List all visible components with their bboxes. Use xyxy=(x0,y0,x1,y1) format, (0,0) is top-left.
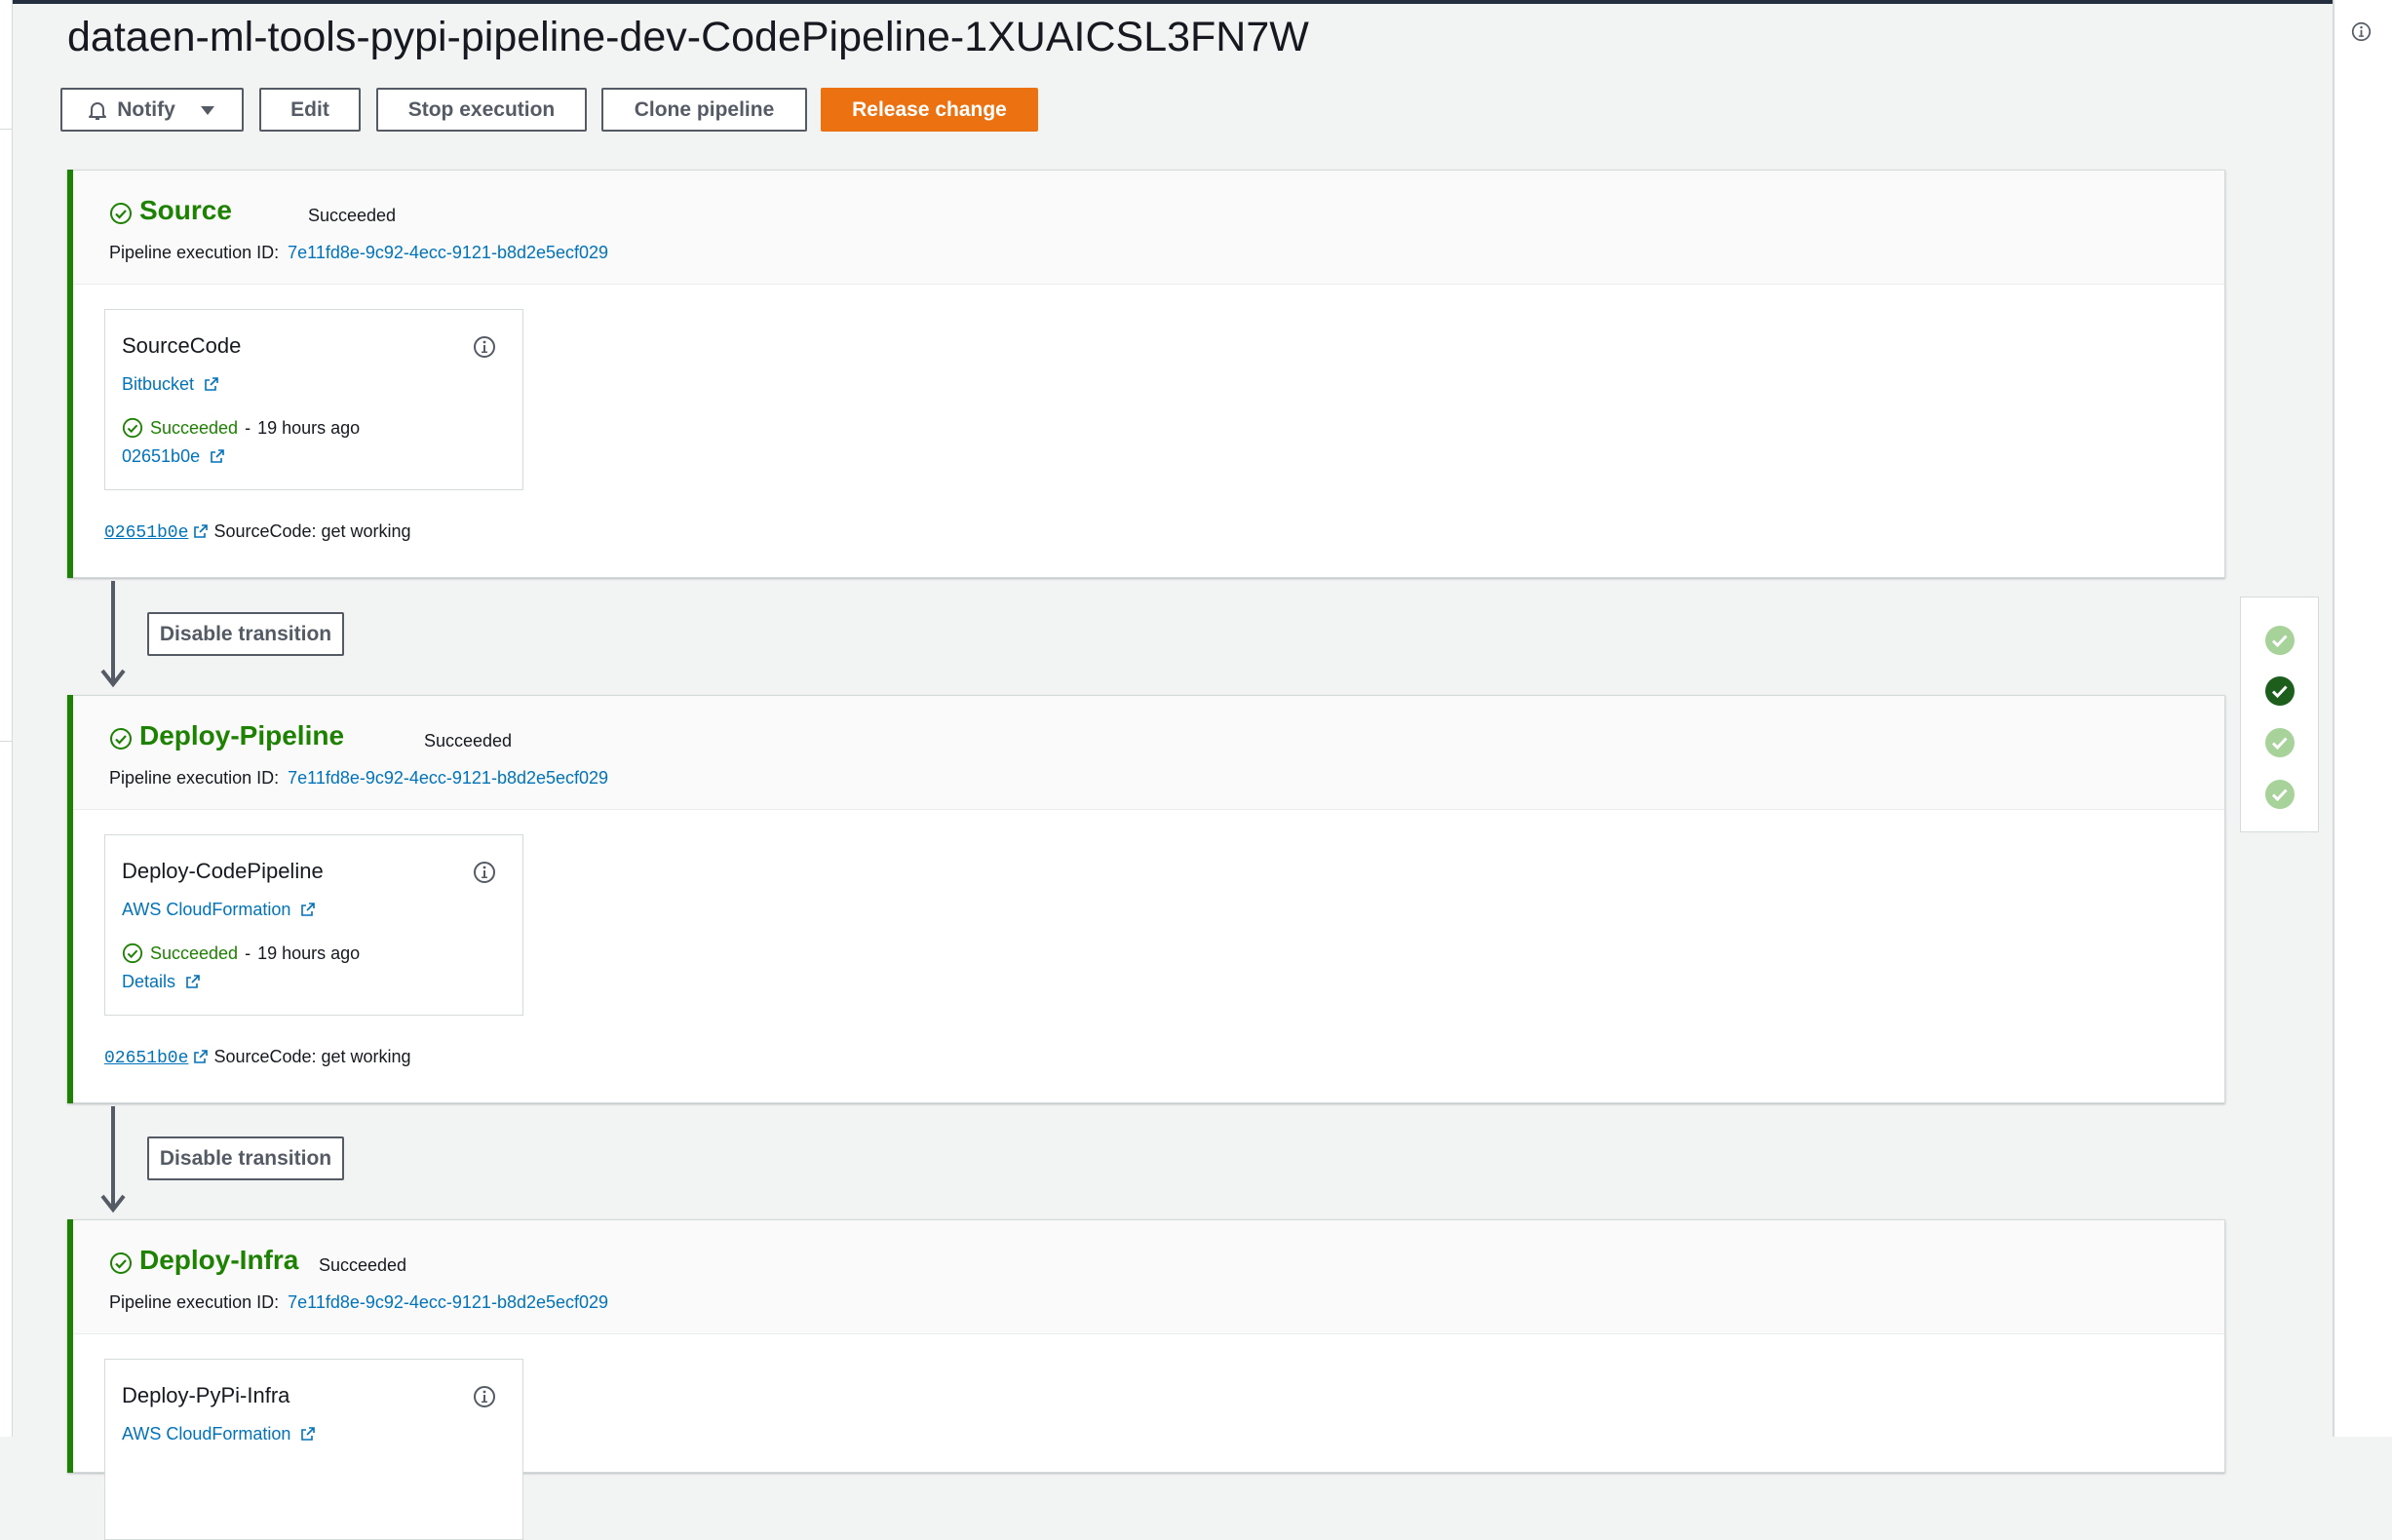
stage-deploy-pipeline: Deploy-Pipeline Succeeded Pipeline execu… xyxy=(67,695,2225,1103)
info-icon[interactable] xyxy=(473,1385,496,1408)
notify-button[interactable]: Notify xyxy=(60,88,244,132)
separator: - xyxy=(245,943,251,963)
stage-name: Source xyxy=(139,195,232,225)
right-tools-panel xyxy=(2333,0,2392,1437)
external-link-icon xyxy=(194,524,209,538)
clone-pipeline-button[interactable]: Clone pipeline xyxy=(601,88,807,132)
left-nav-collapsed xyxy=(0,0,13,1437)
nav-divider xyxy=(0,741,12,742)
edit-button[interactable]: Edit xyxy=(259,88,361,132)
caret-down-icon xyxy=(200,105,214,115)
action-status: Succeeded xyxy=(150,943,239,963)
check-circle-icon xyxy=(122,417,143,439)
stage-header: Source Succeeded Pipeline execution ID: … xyxy=(73,171,2224,285)
action-card-sourcecode: SourceCode Bitbucket Succeeded - 19 hour… xyxy=(104,309,523,490)
commit-row: 02651b0e xyxy=(122,446,225,467)
transition-arrow-icon xyxy=(100,1106,126,1213)
execution-id-label: Pipeline execution ID: xyxy=(109,243,280,262)
action-name: Deploy-PyPi-Infra xyxy=(122,1383,290,1407)
external-link-icon xyxy=(186,975,200,988)
check-circle-icon xyxy=(110,203,132,224)
revision-link[interactable]: 02651b0e xyxy=(104,1049,188,1068)
info-icon[interactable] xyxy=(473,335,496,359)
stage-name: Deploy-Pipeline xyxy=(139,720,345,751)
stage-status: Succeeded xyxy=(424,731,513,751)
revision-row: 02651b0e SourceCode: get working xyxy=(104,521,411,543)
execution-id-link[interactable]: 7e11fd8e-9c92-4ecc-9121-b8d2e5ecf029 xyxy=(288,243,608,262)
separator: - xyxy=(245,417,251,438)
info-icon[interactable] xyxy=(473,861,496,884)
notify-label: Notify xyxy=(117,97,175,121)
execution-id-row: Pipeline execution ID: 7e11fd8e-9c92-4ec… xyxy=(109,243,608,263)
execution-id-row: Pipeline execution ID: 7e11fd8e-9c92-4ec… xyxy=(109,1292,608,1313)
stage-header: Deploy-Pipeline Succeeded Pipeline execu… xyxy=(73,696,2224,810)
action-card-deploy-pypi-infra: Deploy-PyPi-Infra AWS CloudFormation xyxy=(104,1359,523,1540)
nav-divider xyxy=(0,129,12,130)
provider-link[interactable]: Bitbucket xyxy=(122,374,194,394)
page-title: dataen-ml-tools-pypi-pipeline-dev-CodePi… xyxy=(67,14,1309,60)
revision-message: SourceCode: get working xyxy=(213,521,411,541)
action-time: 19 hours ago xyxy=(257,943,361,963)
external-link-icon xyxy=(194,1050,209,1063)
stage-deploy-infra: Deploy-Infra Succeeded Pipeline executio… xyxy=(67,1219,2225,1540)
action-name: Deploy-CodePipeline xyxy=(122,859,324,883)
disable-transition-button[interactable]: Disable transition xyxy=(147,612,344,656)
info-icon[interactable] xyxy=(2351,21,2372,42)
provider-link[interactable]: AWS CloudFormation xyxy=(122,1424,290,1444)
stop-execution-button[interactable]: Stop execution xyxy=(376,88,587,132)
stage-nav-current-icon[interactable] xyxy=(2264,675,2296,707)
action-name: SourceCode xyxy=(122,333,242,358)
top-border xyxy=(0,0,2333,4)
provider-row: Bitbucket xyxy=(122,374,219,395)
external-link-icon xyxy=(301,903,316,916)
action-card-deploy-codepipeline: Deploy-CodePipeline AWS CloudFormation S… xyxy=(104,834,523,1016)
stage-navigator xyxy=(2240,597,2319,832)
check-circle-icon xyxy=(110,1252,132,1274)
action-status-row: Succeeded - 19 hours ago xyxy=(122,417,360,439)
stage-status: Succeeded xyxy=(308,206,397,225)
revision-message: SourceCode: get working xyxy=(213,1047,411,1066)
external-link-icon xyxy=(211,449,224,463)
external-link-icon xyxy=(301,1427,316,1441)
external-link-icon xyxy=(205,377,218,391)
action-status: Succeeded xyxy=(150,417,239,438)
transition-arrow-icon xyxy=(100,581,126,688)
action-status-row: Succeeded - 19 hours ago xyxy=(122,943,360,964)
action-time: 19 hours ago xyxy=(257,417,361,438)
stage-nav-source-icon[interactable] xyxy=(2264,625,2296,656)
revision-link[interactable]: 02651b0e xyxy=(104,523,188,543)
check-circle-icon xyxy=(110,728,132,750)
revision-row: 02651b0e SourceCode: get working xyxy=(104,1047,411,1068)
commit-link[interactable]: 02651b0e xyxy=(122,446,200,466)
provider-link[interactable]: AWS CloudFormation xyxy=(122,900,290,919)
provider-row: AWS CloudFormation xyxy=(122,1424,316,1444)
execution-id-row: Pipeline execution ID: 7e11fd8e-9c92-4ec… xyxy=(109,768,608,789)
stage-nav-deploy-infra-icon[interactable] xyxy=(2264,727,2296,758)
release-change-button[interactable]: Release change xyxy=(821,88,1038,132)
check-circle-icon xyxy=(122,943,143,964)
bell-icon xyxy=(89,101,107,120)
stage-header: Deploy-Infra Succeeded Pipeline executio… xyxy=(73,1220,2224,1334)
details-row: Details xyxy=(122,972,201,992)
details-link[interactable]: Details xyxy=(122,972,175,991)
stage-nav-next-icon[interactable] xyxy=(2264,779,2296,810)
execution-id-label: Pipeline execution ID: xyxy=(109,1292,280,1312)
stage-source: Source Succeeded Pipeline execution ID: … xyxy=(67,170,2225,578)
stage-name: Deploy-Infra xyxy=(139,1245,299,1275)
execution-id-label: Pipeline execution ID: xyxy=(109,768,280,788)
provider-row: AWS CloudFormation xyxy=(122,900,316,920)
stage-status: Succeeded xyxy=(319,1255,407,1275)
execution-id-link[interactable]: 7e11fd8e-9c92-4ecc-9121-b8d2e5ecf029 xyxy=(288,768,608,788)
disable-transition-button[interactable]: Disable transition xyxy=(147,1136,344,1180)
execution-id-link[interactable]: 7e11fd8e-9c92-4ecc-9121-b8d2e5ecf029 xyxy=(288,1292,608,1312)
